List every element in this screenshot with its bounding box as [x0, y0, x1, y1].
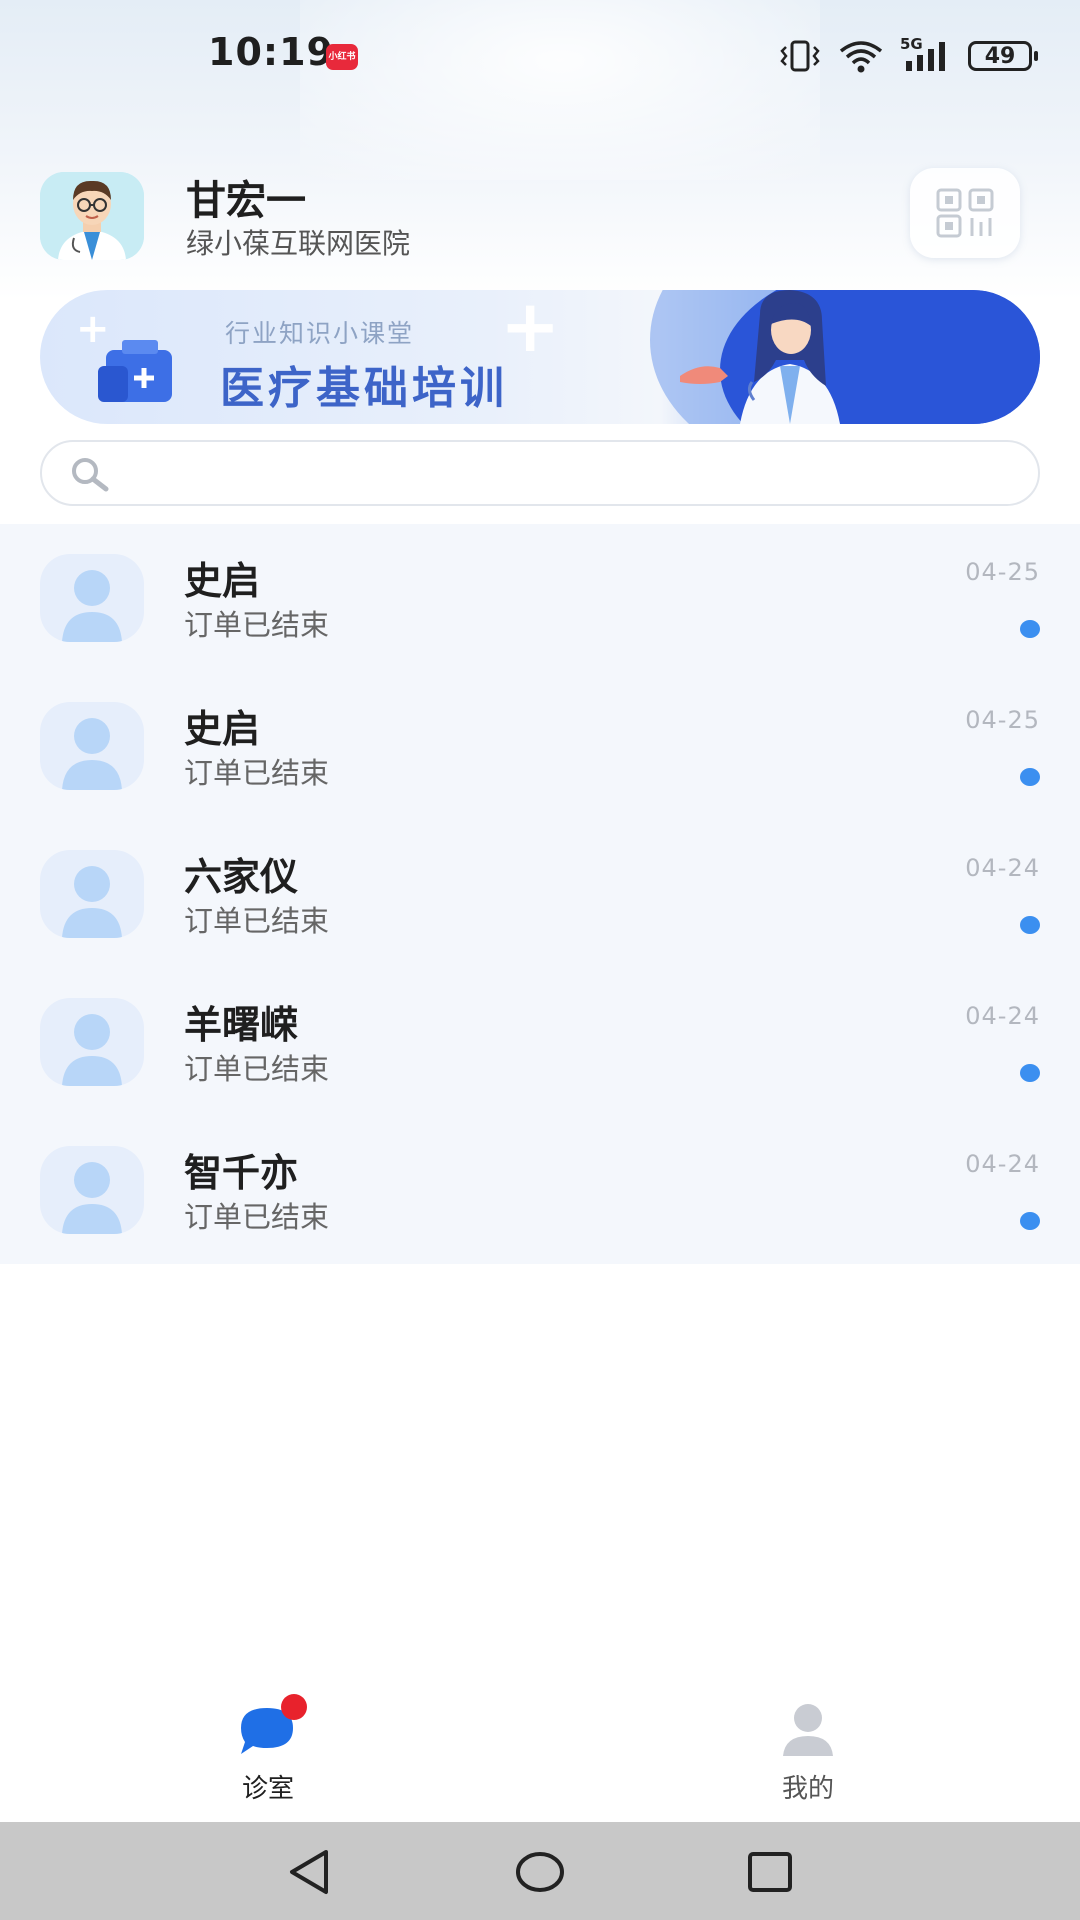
medicine-box-icon: [98, 340, 172, 402]
battery-level: 49: [984, 43, 1016, 69]
patient-avatar: [40, 850, 144, 938]
patient-avatar: [40, 998, 144, 1086]
tab-label: 我的: [781, 1774, 834, 1804]
notification-badge: [281, 1694, 307, 1720]
order-status: 订单已结束: [184, 1052, 330, 1086]
plus-decoration-icon: +: [500, 290, 561, 368]
unread-dot: [1020, 768, 1040, 786]
patient-name: 羊曙嵘: [184, 1003, 299, 1047]
tab-clinic[interactable]: 诊室: [188, 1694, 348, 1808]
battery-icon: 49: [968, 41, 1038, 71]
doctor-illustration: [680, 290, 840, 424]
unread-dot: [1020, 1212, 1040, 1230]
unread-dot: [1020, 620, 1040, 638]
list-item[interactable]: 羊曙嵘 订单已结束 04-24: [0, 968, 1080, 1116]
list-item[interactable]: 智千亦 订单已结束 04-24: [0, 1116, 1080, 1264]
training-banner[interactable]: + + 行业知识小课堂 医疗基础培训: [40, 290, 1040, 424]
person-placeholder-icon: [62, 718, 122, 790]
person-placeholder-icon: [62, 866, 122, 938]
status-icons: 5G 49: [778, 35, 1038, 76]
chat-bubble-icon: [233, 1694, 307, 1758]
patient-name: 智千亦: [184, 1151, 299, 1195]
vibrate-icon: [780, 40, 820, 72]
message-date: 04-24: [965, 854, 1040, 882]
status-time: 10:19: [208, 30, 334, 74]
system-navigation-bar: [0, 1822, 1080, 1920]
patient-avatar: [40, 702, 144, 790]
person-placeholder-icon: [62, 1162, 122, 1234]
doctor-avatar-illustration: [40, 172, 144, 260]
wifi-icon: [839, 41, 883, 73]
patient-name: 史启: [184, 559, 261, 603]
search-icon: [72, 458, 109, 492]
patient-avatar: [40, 1146, 144, 1234]
recents-icon[interactable]: [744, 1846, 796, 1898]
banner-title: 医疗基础培训: [220, 363, 508, 414]
list-item[interactable]: 史启 订单已结束 04-25: [0, 672, 1080, 820]
hospital-name: 绿小葆互联网医院: [186, 227, 411, 260]
notification-app-icon: 小红书: [326, 44, 358, 70]
bottom-tab-bar: 诊室 我的: [0, 1680, 1080, 1822]
list-item[interactable]: 史启 订单已结束 04-25: [0, 524, 1080, 672]
home-icon[interactable]: [514, 1846, 566, 1898]
conversation-list: 史启 订单已结束 04-25 史启 订单已结束 04-25 六家仪 订单已结束 …: [0, 524, 1080, 1264]
message-date: 04-24: [965, 1150, 1040, 1178]
qr-code-icon: [936, 188, 994, 238]
person-placeholder-icon: [62, 1014, 122, 1086]
banner-subtitle: 行业知识小课堂: [225, 319, 415, 348]
tab-label: 诊室: [241, 1774, 294, 1804]
message-date: 04-25: [965, 706, 1040, 734]
patient-name: 六家仪: [184, 855, 299, 899]
unread-dot: [1020, 916, 1040, 934]
cellular-signal: 5G: [900, 35, 952, 73]
order-status: 订单已结束: [184, 608, 330, 642]
search-input[interactable]: [126, 450, 1010, 498]
doctor-profile-header: 甘宏一 绿小葆互联网医院: [40, 168, 1040, 268]
search-bar[interactable]: [40, 440, 1040, 506]
order-status: 订单已结束: [184, 904, 330, 938]
order-status: 订单已结束: [184, 1200, 330, 1234]
qr-code-button[interactable]: [910, 168, 1020, 258]
doctor-name: 甘宏一: [186, 178, 306, 224]
tab-mine[interactable]: 我的: [728, 1698, 888, 1808]
status-bar: 10:19 小红书 5G 49: [0, 0, 1080, 110]
unread-dot: [1020, 1064, 1040, 1082]
order-status: 订单已结束: [184, 756, 330, 790]
screen: 10:19 小红书 5G 49 甘宏一 绿小葆互联网医院 + + 行业知识小课堂…: [0, 0, 1080, 1920]
signal-bars-icon: [906, 42, 945, 71]
doctor-avatar[interactable]: [40, 172, 144, 260]
message-date: 04-25: [965, 558, 1040, 586]
patient-name: 史启: [184, 707, 261, 751]
back-icon[interactable]: [284, 1846, 336, 1898]
person-icon: [773, 1698, 843, 1758]
patient-avatar: [40, 554, 144, 642]
message-date: 04-24: [965, 1002, 1040, 1030]
list-item[interactable]: 六家仪 订单已结束 04-24: [0, 820, 1080, 968]
person-placeholder-icon: [62, 570, 122, 642]
